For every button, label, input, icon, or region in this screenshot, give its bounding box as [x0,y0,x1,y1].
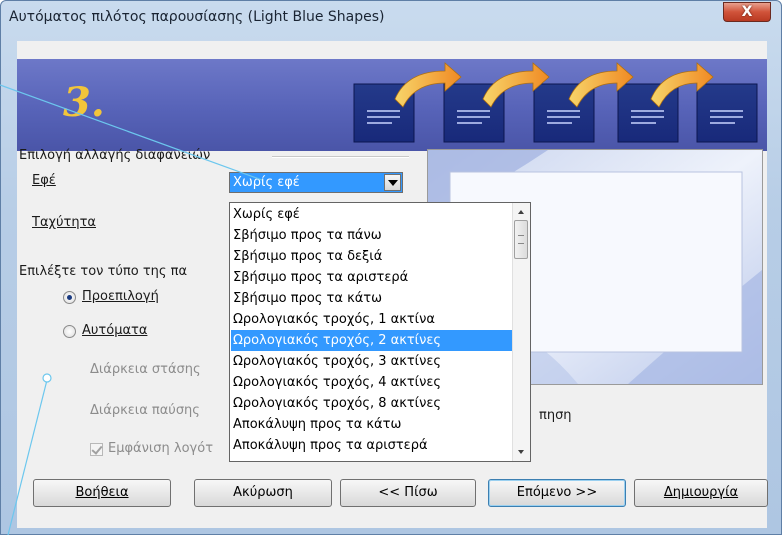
annotation-callouts [0,84,263,535]
